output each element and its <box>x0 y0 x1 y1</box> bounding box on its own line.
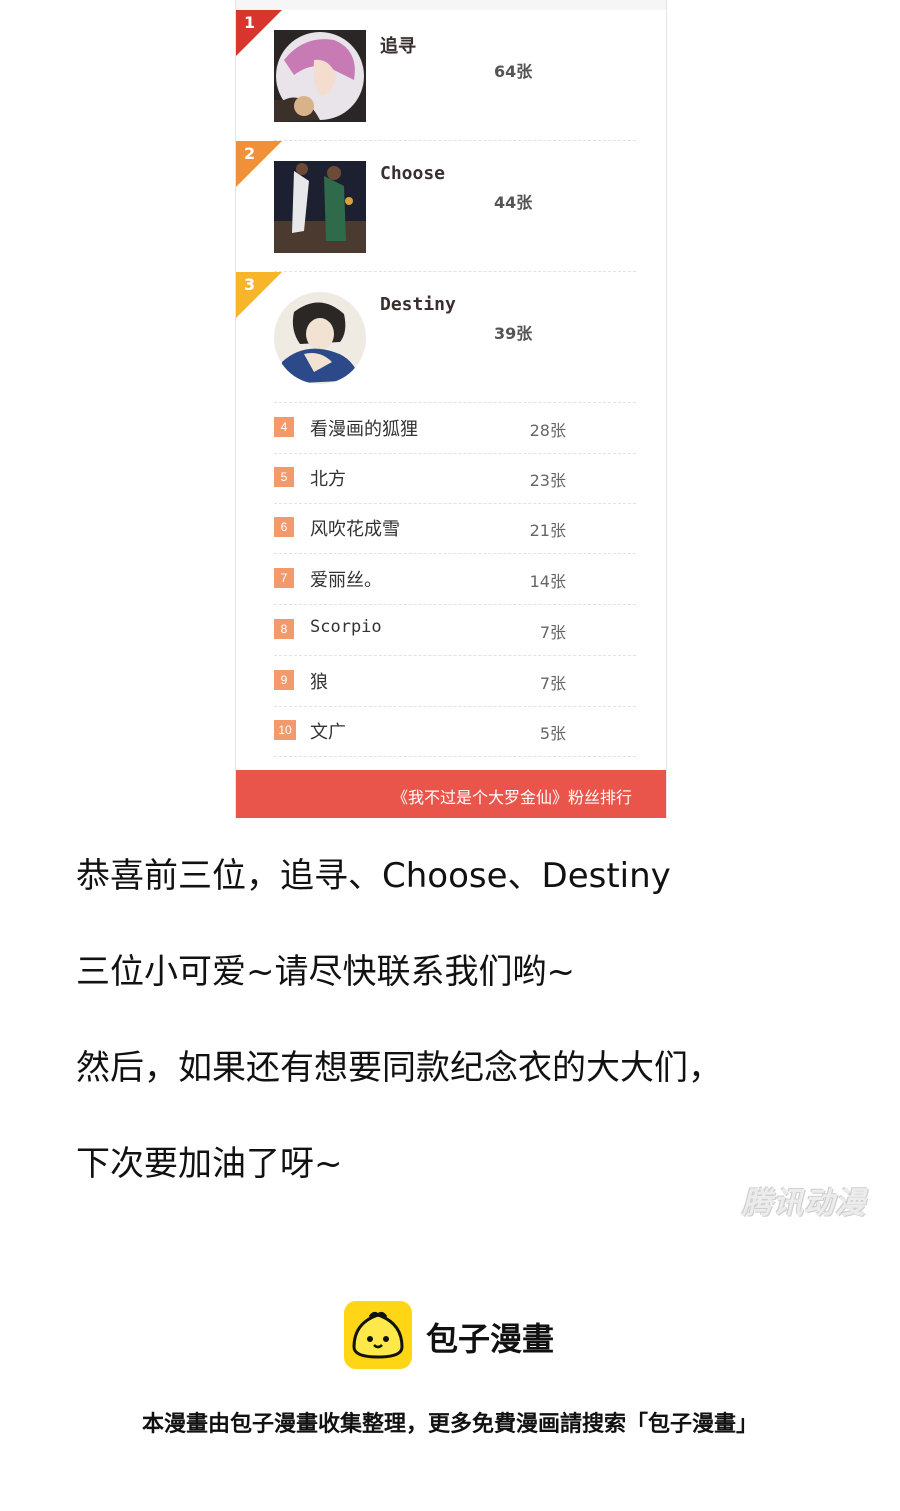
row-count: 7张 <box>539 623 566 642</box>
row-name: Scorpio <box>310 617 382 637</box>
list-item: 9 狼 7张 <box>274 656 636 706</box>
rank-badge: 10 <box>274 720 296 740</box>
list-item: 8 Scorpio 7张 <box>274 605 636 655</box>
list-item: 10 文广 5张 <box>274 706 636 756</box>
row-count: 5张 <box>539 724 566 743</box>
rank-badge: 8 <box>274 619 294 639</box>
rank-badge: 9 <box>274 670 294 690</box>
message-line-2: 三位小可爱~请尽快联系我们哟~ <box>76 952 575 992</box>
rank-badge: 7 <box>274 568 294 588</box>
watermark: 腾讯动漫 <box>742 1186 866 1221</box>
rank-corner-3 <box>236 272 282 318</box>
brand-name: 包子漫畫 <box>426 1320 555 1358</box>
top-rank-item-2: 2 Choose 44张 <box>236 141 666 271</box>
top-rank-item-3: 3 Destiny 39张 <box>236 272 666 402</box>
row-name: 文广 <box>310 722 346 743</box>
card-top-strip <box>236 0 666 10</box>
top-name: 追寻 <box>380 36 416 57</box>
message-line-1: 恭喜前三位，追寻、Choose、Destiny <box>76 856 671 896</box>
row-count: 23张 <box>529 471 566 490</box>
row-count: 14张 <box>529 572 566 591</box>
message-line-3: 然后，如果还有想要同款纪念衣的大大们， <box>76 1048 722 1088</box>
rank-badge: 6 <box>274 517 294 537</box>
list-item: 6 风吹花成雪 21张 <box>274 503 636 553</box>
rank-number: 2 <box>244 144 256 163</box>
list-item: 4 看漫画的狐狸 28张 <box>274 403 636 453</box>
row-count: 28张 <box>529 421 566 440</box>
row-name: 北方 <box>310 469 346 490</box>
top-rank-item-1: 1 追寻 64张 <box>236 10 666 140</box>
rank-badge: 4 <box>274 417 294 437</box>
avatar <box>274 30 366 122</box>
avatar <box>274 292 366 384</box>
row-name: 看漫画的狐狸 <box>310 419 418 440</box>
rank-number: 3 <box>244 275 256 294</box>
list-item: 5 北方 23张 <box>274 453 636 503</box>
rank-badge: 5 <box>274 467 294 487</box>
fan-ranking-card: 1 追寻 64张 2 Choose 44张 3 Destiny 39张 4 看漫… <box>235 0 667 818</box>
row-name: 狼 <box>310 672 328 693</box>
ranking-footer-text: 《我不过是个大罗金仙》粉丝排行 <box>391 788 632 807</box>
top-count: 64张 <box>494 62 533 81</box>
message-line-4: 下次要加油了呀~ <box>76 1144 343 1184</box>
divider <box>274 756 636 757</box>
top-name: Destiny <box>380 294 456 315</box>
top-name: Choose <box>380 163 446 184</box>
rank-number: 1 <box>244 13 256 32</box>
ranking-footer-bar: 《我不过是个大罗金仙》粉丝排行 <box>236 770 666 818</box>
row-name: 风吹花成雪 <box>310 519 400 540</box>
steamed-bun-icon <box>344 1301 412 1369</box>
top-count: 39张 <box>494 324 533 343</box>
list-item: 7 爱丽丝。 14张 <box>274 554 636 604</box>
row-count: 21张 <box>529 521 566 540</box>
row-name: 爱丽丝。 <box>310 570 382 591</box>
credit-text: 本漫畫由包子漫畫收集整理，更多免費漫画請搜索「包子漫畫」 <box>141 1412 758 1437</box>
row-count: 7张 <box>539 674 566 693</box>
avatar <box>274 161 366 253</box>
top-count: 44张 <box>494 193 533 212</box>
